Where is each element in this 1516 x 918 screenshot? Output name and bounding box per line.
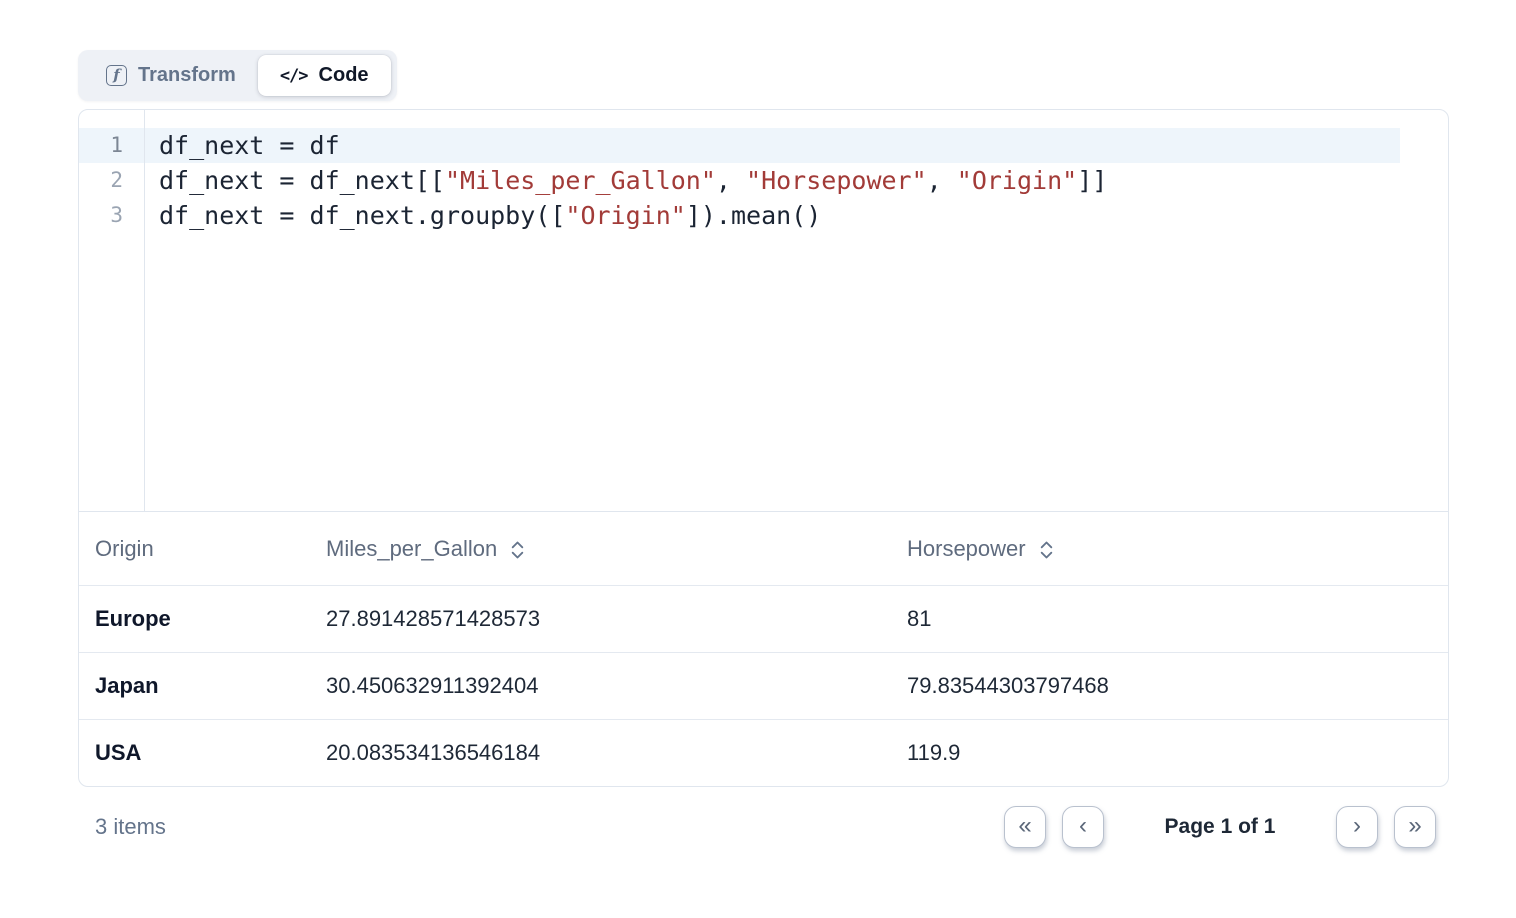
tab-code-label: Code bbox=[319, 64, 369, 87]
table-row: Japan30.45063291139240479.83544303797468 bbox=[79, 652, 1448, 719]
page-indicator: Page 1 of 1 bbox=[1120, 815, 1320, 839]
cell-horsepower: 119.9 bbox=[891, 720, 1448, 786]
first-page-button[interactable]: « bbox=[1004, 806, 1046, 848]
column-label: Miles_per_Gallon bbox=[326, 536, 497, 562]
double-chevron-right-icon: » bbox=[1408, 814, 1421, 838]
items-count: 3 items bbox=[95, 814, 166, 840]
cell-miles-per-gallon: 27.891428571428573 bbox=[310, 586, 891, 652]
tab-code[interactable]: </> Code bbox=[258, 55, 391, 96]
sort-icon[interactable] bbox=[510, 539, 525, 561]
code-line[interactable]: 3df_next = df_next.groupby(["Origin"]).m… bbox=[79, 198, 1400, 233]
view-tabbar: f Transform </> Code bbox=[78, 50, 397, 101]
table-body: Europe27.89142857142857381Japan30.450632… bbox=[79, 585, 1448, 786]
code-text: df_next = df_next.groupby(["Origin"]).me… bbox=[144, 198, 821, 233]
last-page-button[interactable]: » bbox=[1394, 806, 1436, 848]
cell-horsepower: 81 bbox=[891, 586, 1448, 652]
double-chevron-left-icon: « bbox=[1018, 814, 1031, 838]
main-content: f Transform </> Code 1df_next = df2df_ne… bbox=[78, 50, 1449, 867]
previous-page-button[interactable]: ‹ bbox=[1062, 806, 1104, 848]
column-label: Origin bbox=[95, 536, 154, 562]
code-text: df_next = df bbox=[144, 128, 340, 163]
cell-miles-per-gallon: 30.450632911392404 bbox=[310, 653, 891, 719]
code-lines: 1df_next = df2df_next = df_next[["Miles_… bbox=[79, 128, 1448, 233]
pagination: « ‹ Page 1 of 1 › » bbox=[1004, 806, 1436, 848]
column-header-horsepower[interactable]: Horsepower bbox=[891, 512, 1448, 585]
column-header-miles-per-gallon[interactable]: Miles_per_Gallon bbox=[310, 512, 891, 585]
column-label: Horsepower bbox=[907, 536, 1026, 562]
table-header: Origin Miles_per_Gallon Horsepower bbox=[79, 512, 1448, 585]
sort-icon[interactable] bbox=[1039, 539, 1054, 561]
code-and-table-panel: 1df_next = df2df_next = df_next[["Miles_… bbox=[78, 109, 1449, 787]
table-footer: 3 items « ‹ Page 1 of 1 › » bbox=[78, 787, 1449, 867]
next-page-button[interactable]: › bbox=[1336, 806, 1378, 848]
code-line[interactable]: 1df_next = df bbox=[79, 128, 1400, 163]
line-number: 3 bbox=[79, 198, 144, 233]
tab-transform-label: Transform bbox=[138, 64, 236, 87]
code-brackets-icon: </> bbox=[280, 66, 308, 86]
chevron-left-icon: ‹ bbox=[1079, 814, 1087, 838]
gutter-divider bbox=[144, 110, 145, 511]
function-icon: f bbox=[106, 65, 127, 86]
cell-origin: Europe bbox=[79, 586, 310, 652]
column-header-origin: Origin bbox=[79, 512, 310, 585]
tab-transform[interactable]: f Transform bbox=[84, 55, 258, 96]
cell-miles-per-gallon: 20.083534136546184 bbox=[310, 720, 891, 786]
code-line[interactable]: 2df_next = df_next[["Miles_per_Gallon", … bbox=[79, 163, 1400, 198]
line-number: 2 bbox=[79, 163, 144, 198]
table-row: USA20.083534136546184119.9 bbox=[79, 719, 1448, 786]
cell-horsepower: 79.83544303797468 bbox=[891, 653, 1448, 719]
cell-origin: USA bbox=[79, 720, 310, 786]
code-editor[interactable]: 1df_next = df2df_next = df_next[["Miles_… bbox=[79, 110, 1448, 512]
cell-origin: Japan bbox=[79, 653, 310, 719]
line-number: 1 bbox=[79, 128, 144, 163]
chevron-right-icon: › bbox=[1353, 814, 1361, 838]
table-row: Europe27.89142857142857381 bbox=[79, 585, 1448, 652]
code-text: df_next = df_next[["Miles_per_Gallon", "… bbox=[144, 163, 1107, 198]
